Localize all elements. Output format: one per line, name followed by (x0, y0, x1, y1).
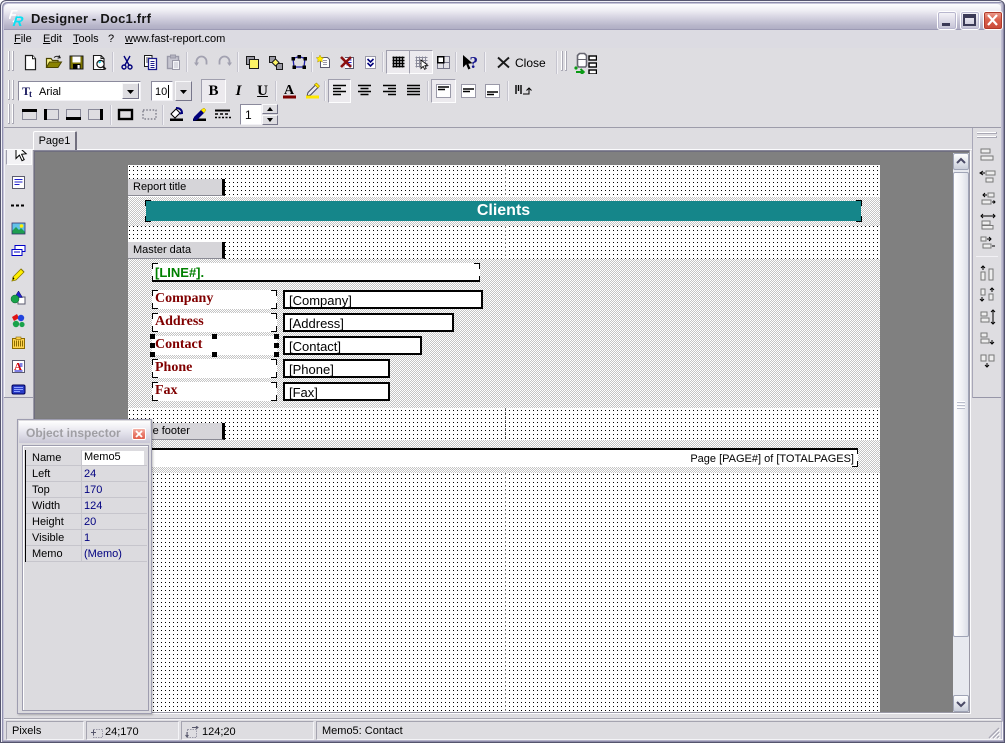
svg-text:t: t (29, 89, 32, 98)
svg-text:?: ? (469, 54, 478, 72)
svg-text:R: R (12, 13, 25, 29)
